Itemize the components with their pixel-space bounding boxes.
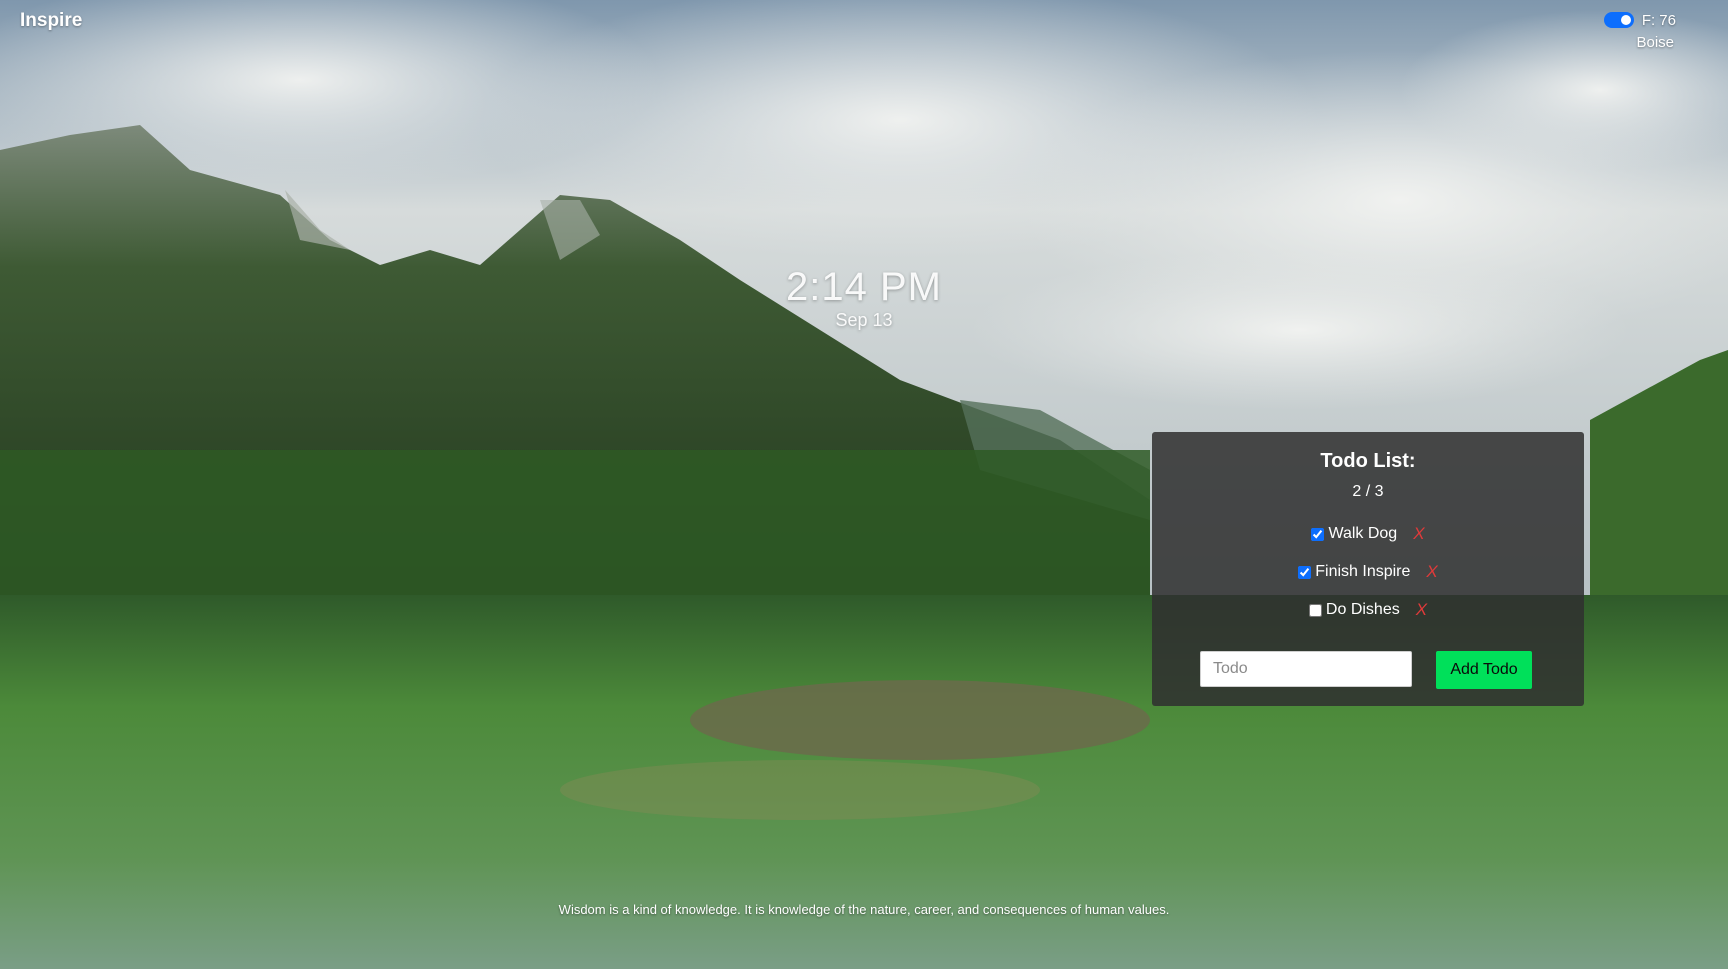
temperature-unit-toggle[interactable] (1603, 12, 1634, 28)
todo-title: Todo List: (1320, 450, 1416, 472)
quote-text: Wisdom is a kind of knowledge. It is kno… (558, 902, 1170, 917)
todo-item-checkbox[interactable] (1308, 603, 1322, 617)
weather-widget: F: 76 Boise (1603, 10, 1676, 51)
app-title: Inspire (20, 10, 83, 31)
temperature-value: F: 76 (1641, 11, 1676, 29)
clock-time: 2:14 PM (786, 265, 942, 309)
todo-item: Walk Dog X (1152, 515, 1584, 553)
todo-input[interactable] (1200, 651, 1412, 687)
weather-city: Boise (1636, 34, 1674, 51)
todo-item: Do Dishes X (1152, 591, 1584, 629)
add-todo-form: Add Todo (1200, 651, 1532, 689)
clock-widget: 2:14 PM Sep 13 (0, 265, 1728, 331)
todo-item-label: Walk Dog (1328, 525, 1398, 542)
delete-todo-button[interactable]: X (1416, 600, 1427, 620)
todo-item-label: Finish Inspire (1315, 563, 1411, 580)
toggle-knob (1620, 15, 1631, 25)
delete-todo-button[interactable]: X (1413, 524, 1424, 544)
clock-date: Sep 13 (835, 310, 893, 330)
todo-list: Walk Dog X Finish Inspire X Do Dishes X (1152, 515, 1584, 629)
background-scene: Inspire F: 76 Boise 2:14 PM Sep 13 Todo … (0, 0, 1728, 969)
weather-row: F: 76 (1603, 10, 1676, 30)
todo-item-label: Do Dishes (1325, 601, 1400, 618)
todo-item-checkbox[interactable] (1298, 565, 1312, 579)
todo-item: Finish Inspire X (1152, 553, 1584, 591)
todo-panel: Todo List: 2 / 3 Walk Dog X Finish Inspi… (1152, 432, 1584, 706)
delete-todo-button[interactable]: X (1426, 562, 1437, 582)
todo-count: 2 / 3 (1352, 483, 1384, 500)
add-todo-button[interactable]: Add Todo (1436, 651, 1532, 689)
todo-item-checkbox[interactable] (1311, 527, 1325, 541)
